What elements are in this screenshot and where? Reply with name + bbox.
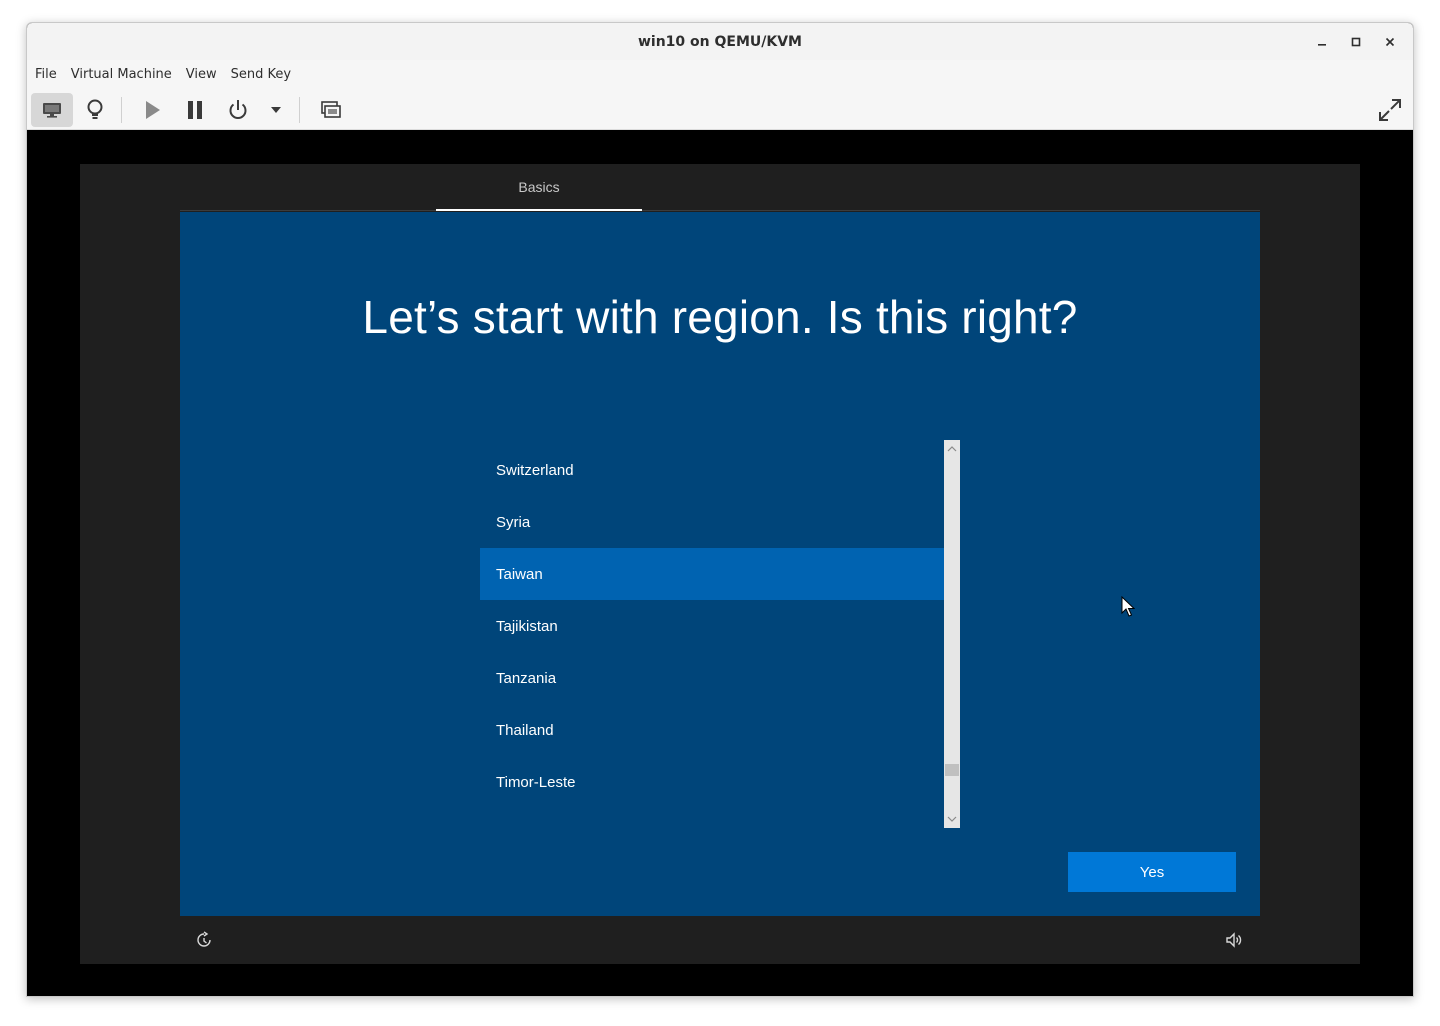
minimize-button[interactable]	[1305, 28, 1339, 56]
pause-button[interactable]	[180, 93, 210, 127]
titlebar[interactable]: win10 on QEMU/KVM	[27, 23, 1413, 60]
ease-of-access-button[interactable]	[194, 930, 214, 950]
scroll-down-button[interactable]	[944, 812, 960, 826]
menubar: File Virtual Machine View Send Key	[27, 60, 1413, 89]
mouse-cursor-icon	[1121, 596, 1135, 617]
snapshots-button[interactable]	[315, 93, 347, 127]
menu-send-key[interactable]: Send Key	[231, 67, 299, 82]
list-item[interactable]: Tajikistan	[480, 600, 944, 652]
snapshot-icon	[321, 101, 341, 118]
tab-basics: Basics	[518, 178, 560, 195]
list-item[interactable]: Timor-Leste	[480, 756, 944, 808]
vm-window: win10 on QEMU/KVM File Virtual Machine V…	[26, 22, 1414, 997]
page-title: Let’s start with region. Is this right?	[362, 291, 1078, 343]
region-list-scrollbar[interactable]	[944, 440, 960, 828]
fullscreen-button[interactable]	[1373, 93, 1407, 127]
ease-of-access-icon	[197, 931, 211, 947]
guest-screen: Basics Let’s start with region. Is this …	[80, 164, 1360, 964]
volume-icon	[1226, 932, 1242, 948]
window-controls	[1305, 23, 1407, 60]
fullscreen-icon	[1379, 99, 1401, 121]
dropdown-arrow-icon	[271, 107, 281, 113]
list-item[interactable]: Tanzania	[480, 652, 944, 704]
volume-button[interactable]	[1224, 930, 1244, 950]
menu-virtual-machine[interactable]: Virtual Machine	[71, 67, 180, 82]
maximize-button[interactable]	[1339, 28, 1373, 56]
region-panel: Let’s start with region. Is this right? …	[180, 212, 1260, 916]
pause-icon	[188, 101, 202, 119]
chevron-up-icon	[947, 446, 957, 452]
monitor-icon	[43, 103, 61, 118]
details-button[interactable]	[79, 93, 111, 127]
scroll-up-button[interactable]	[944, 442, 960, 456]
list-item[interactable]: Syria	[480, 496, 944, 548]
power-button[interactable]	[223, 93, 253, 127]
power-dropdown-button[interactable]	[265, 93, 287, 127]
lightbulb-icon	[87, 99, 103, 119]
list-item-selected[interactable]: Taiwan	[480, 548, 944, 600]
setup-tabbar: Basics	[180, 164, 1260, 212]
power-icon	[229, 100, 247, 119]
minimize-icon	[1318, 43, 1326, 46]
play-icon	[146, 101, 160, 119]
close-button[interactable]	[1373, 28, 1407, 56]
yes-button[interactable]: Yes	[1068, 852, 1236, 892]
run-button[interactable]	[137, 93, 167, 127]
maximize-icon	[1351, 37, 1361, 46]
vm-console[interactable]: Basics Let’s start with region. Is this …	[27, 130, 1413, 996]
tab-active-indicator	[436, 209, 642, 211]
menu-view[interactable]: View	[186, 67, 225, 82]
tab-divider	[180, 210, 1260, 211]
console-view-button[interactable]	[31, 93, 73, 127]
close-icon	[1385, 37, 1395, 46]
menu-file[interactable]: File	[35, 67, 65, 82]
list-item[interactable]: Thailand	[480, 704, 944, 756]
region-list: Switzerland Syria Taiwan Tajikistan Tanz…	[480, 440, 944, 828]
list-item[interactable]: Switzerland	[480, 444, 944, 496]
toolbar	[27, 89, 1413, 130]
scroll-thumb[interactable]	[945, 764, 959, 776]
window-title: win10 on QEMU/KVM	[637, 33, 802, 50]
chevron-down-icon	[947, 816, 957, 822]
